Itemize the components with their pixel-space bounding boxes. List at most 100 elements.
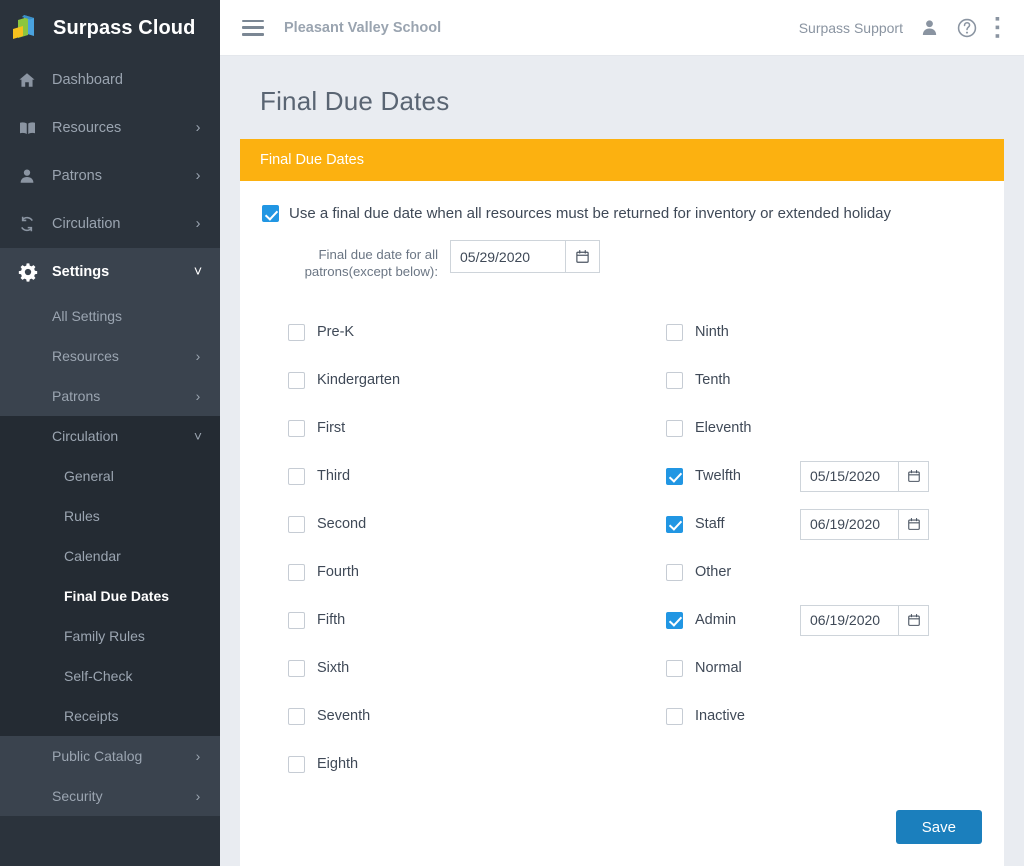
global-date-row: Final due date for all patrons(except be… xyxy=(262,240,982,280)
grade-checkbox[interactable] xyxy=(288,755,305,773)
save-button[interactable]: Save xyxy=(895,810,982,844)
sidebar-item-security[interactable]: Security › xyxy=(0,776,220,816)
grade-row: Inactive xyxy=(640,692,982,740)
grade-label: Admin xyxy=(695,612,737,628)
grade-checkbox[interactable] xyxy=(666,515,683,533)
chevron-right-icon: › xyxy=(195,120,201,136)
sidebar-item-label: Final Due Dates xyxy=(64,588,170,604)
global-date-group: 05/29/2020 xyxy=(450,240,600,273)
grade-row: Seventh xyxy=(262,692,622,740)
person-icon xyxy=(18,167,42,185)
grade-checkbox[interactable] xyxy=(666,611,683,629)
grade-checkbox[interactable] xyxy=(288,659,305,677)
sidebar-item-settings-circulation[interactable]: Circulation ˅ xyxy=(0,416,220,456)
grade-date-input[interactable]: 06/19/2020 xyxy=(800,508,898,540)
sidebar-item-all-settings[interactable]: All Settings xyxy=(0,296,220,336)
grade-row: Ninth xyxy=(640,308,982,356)
grade-label: Inactive xyxy=(695,708,745,724)
grade-label: Staff xyxy=(695,516,725,532)
grade-checkbox[interactable] xyxy=(666,659,683,677)
brand[interactable]: Surpass Cloud xyxy=(0,0,220,56)
grade-label: Eighth xyxy=(317,756,359,772)
sidebar-item-self-check[interactable]: Self-Check xyxy=(0,656,220,696)
grade-grid: Pre-K Kindergarten First Third Second Fo… xyxy=(262,308,982,788)
card-header-title: Final Due Dates xyxy=(240,139,1004,181)
grade-date-input[interactable]: 05/15/2020 xyxy=(800,460,898,492)
grade-checkbox[interactable] xyxy=(666,707,683,725)
sidebar-item-label: Circulation xyxy=(52,428,119,444)
final-due-dates-card: Final Due Dates Use a final due date whe… xyxy=(240,139,1004,866)
grade-row: Fourth xyxy=(262,548,622,596)
brand-name: Surpass Cloud xyxy=(53,16,196,39)
sidebar-item-patrons[interactable]: Patrons › xyxy=(0,152,220,200)
calendar-icon[interactable] xyxy=(898,604,929,636)
chevron-right-icon: › xyxy=(195,216,201,232)
grade-checkbox[interactable] xyxy=(288,515,305,533)
sidebar-item-dashboard[interactable]: Dashboard xyxy=(0,56,220,104)
enable-final-due-date-label: Use a final due date when all resources … xyxy=(289,205,892,222)
grade-label: First xyxy=(317,420,346,436)
grade-row: Tenth xyxy=(640,356,982,404)
chevron-right-icon: › xyxy=(195,388,201,404)
global-date-input[interactable]: 05/29/2020 xyxy=(450,240,565,273)
grade-row: Fifth xyxy=(262,596,622,644)
grade-checkbox[interactable] xyxy=(288,371,305,389)
sidebar-item-public-catalog[interactable]: Public Catalog › xyxy=(0,736,220,776)
more-vertical-icon[interactable] xyxy=(995,17,1000,38)
sidebar-item-circulation[interactable]: Circulation › xyxy=(0,200,220,248)
help-circle-icon[interactable] xyxy=(956,17,978,39)
save-row: Save xyxy=(262,788,982,858)
sidebar-item-label: Settings xyxy=(52,264,110,280)
chevron-right-icon: › xyxy=(195,748,201,764)
calendar-icon[interactable] xyxy=(565,240,600,273)
sidebar-item-rules[interactable]: Rules xyxy=(0,496,220,536)
grade-date-group: 06/19/2020 xyxy=(800,604,929,636)
grade-row: Other xyxy=(640,548,982,596)
sidebar-item-settings[interactable]: Settings ˅ xyxy=(0,248,220,296)
grade-label: Normal xyxy=(695,660,742,676)
grade-checkbox[interactable] xyxy=(288,323,305,341)
user-name: Surpass Support xyxy=(798,19,903,36)
chevron-right-icon: › xyxy=(195,168,201,184)
grade-label: Tenth xyxy=(695,372,731,388)
enable-final-due-date-checkbox[interactable] xyxy=(262,205,279,222)
grade-checkbox[interactable] xyxy=(666,323,683,341)
sidebar-filler xyxy=(0,816,220,866)
grade-checkbox[interactable] xyxy=(288,467,305,485)
sidebar-item-settings-patrons[interactable]: Patrons › xyxy=(0,376,220,416)
grade-checkbox[interactable] xyxy=(666,419,683,437)
global-date-label: Final due date for all patrons(except be… xyxy=(304,247,438,279)
grade-checkbox[interactable] xyxy=(288,611,305,629)
sidebar-item-receipts[interactable]: Receipts xyxy=(0,696,220,736)
school-name: Pleasant Valley School xyxy=(284,19,442,36)
home-icon xyxy=(18,71,42,89)
person-icon[interactable] xyxy=(920,18,939,37)
calendar-icon[interactable] xyxy=(898,508,929,540)
grade-checkbox[interactable] xyxy=(666,371,683,389)
chevron-down-icon: ˅ xyxy=(193,264,203,280)
sidebar-item-label: Patrons xyxy=(52,168,102,184)
sidebar-item-calendar[interactable]: Calendar xyxy=(0,536,220,576)
sidebar-item-general[interactable]: General xyxy=(0,456,220,496)
grade-row: Eleventh xyxy=(640,404,982,452)
calendar-icon[interactable] xyxy=(898,460,929,492)
sidebar-item-resources[interactable]: Resources › xyxy=(0,104,220,152)
grade-checkbox[interactable] xyxy=(288,563,305,581)
sidebar-item-label: Resources xyxy=(52,120,122,136)
primary-nav: Dashboard Resources › Patrons › Circulat… xyxy=(0,56,220,296)
sidebar-item-final-due-dates[interactable]: Final Due Dates xyxy=(0,576,220,616)
chevron-right-icon: › xyxy=(195,788,201,804)
sidebar-item-settings-resources[interactable]: Resources › xyxy=(0,336,220,376)
grade-checkbox[interactable] xyxy=(288,707,305,725)
book-icon xyxy=(18,119,42,137)
grade-date-input[interactable]: 06/19/2020 xyxy=(800,604,898,636)
hamburger-icon[interactable] xyxy=(242,19,264,36)
grade-checkbox[interactable] xyxy=(666,563,683,581)
grade-checkbox[interactable] xyxy=(288,419,305,437)
sidebar-item-family-rules[interactable]: Family Rules xyxy=(0,616,220,656)
grade-checkbox[interactable] xyxy=(666,467,683,485)
grade-label: Kindergarten xyxy=(317,372,401,388)
sidebar-item-label: Public Catalog xyxy=(52,748,143,764)
enable-final-due-date-row: Use a final due date when all resources … xyxy=(262,205,982,222)
grade-row: Twelfth 05/15/2020 xyxy=(640,452,982,500)
